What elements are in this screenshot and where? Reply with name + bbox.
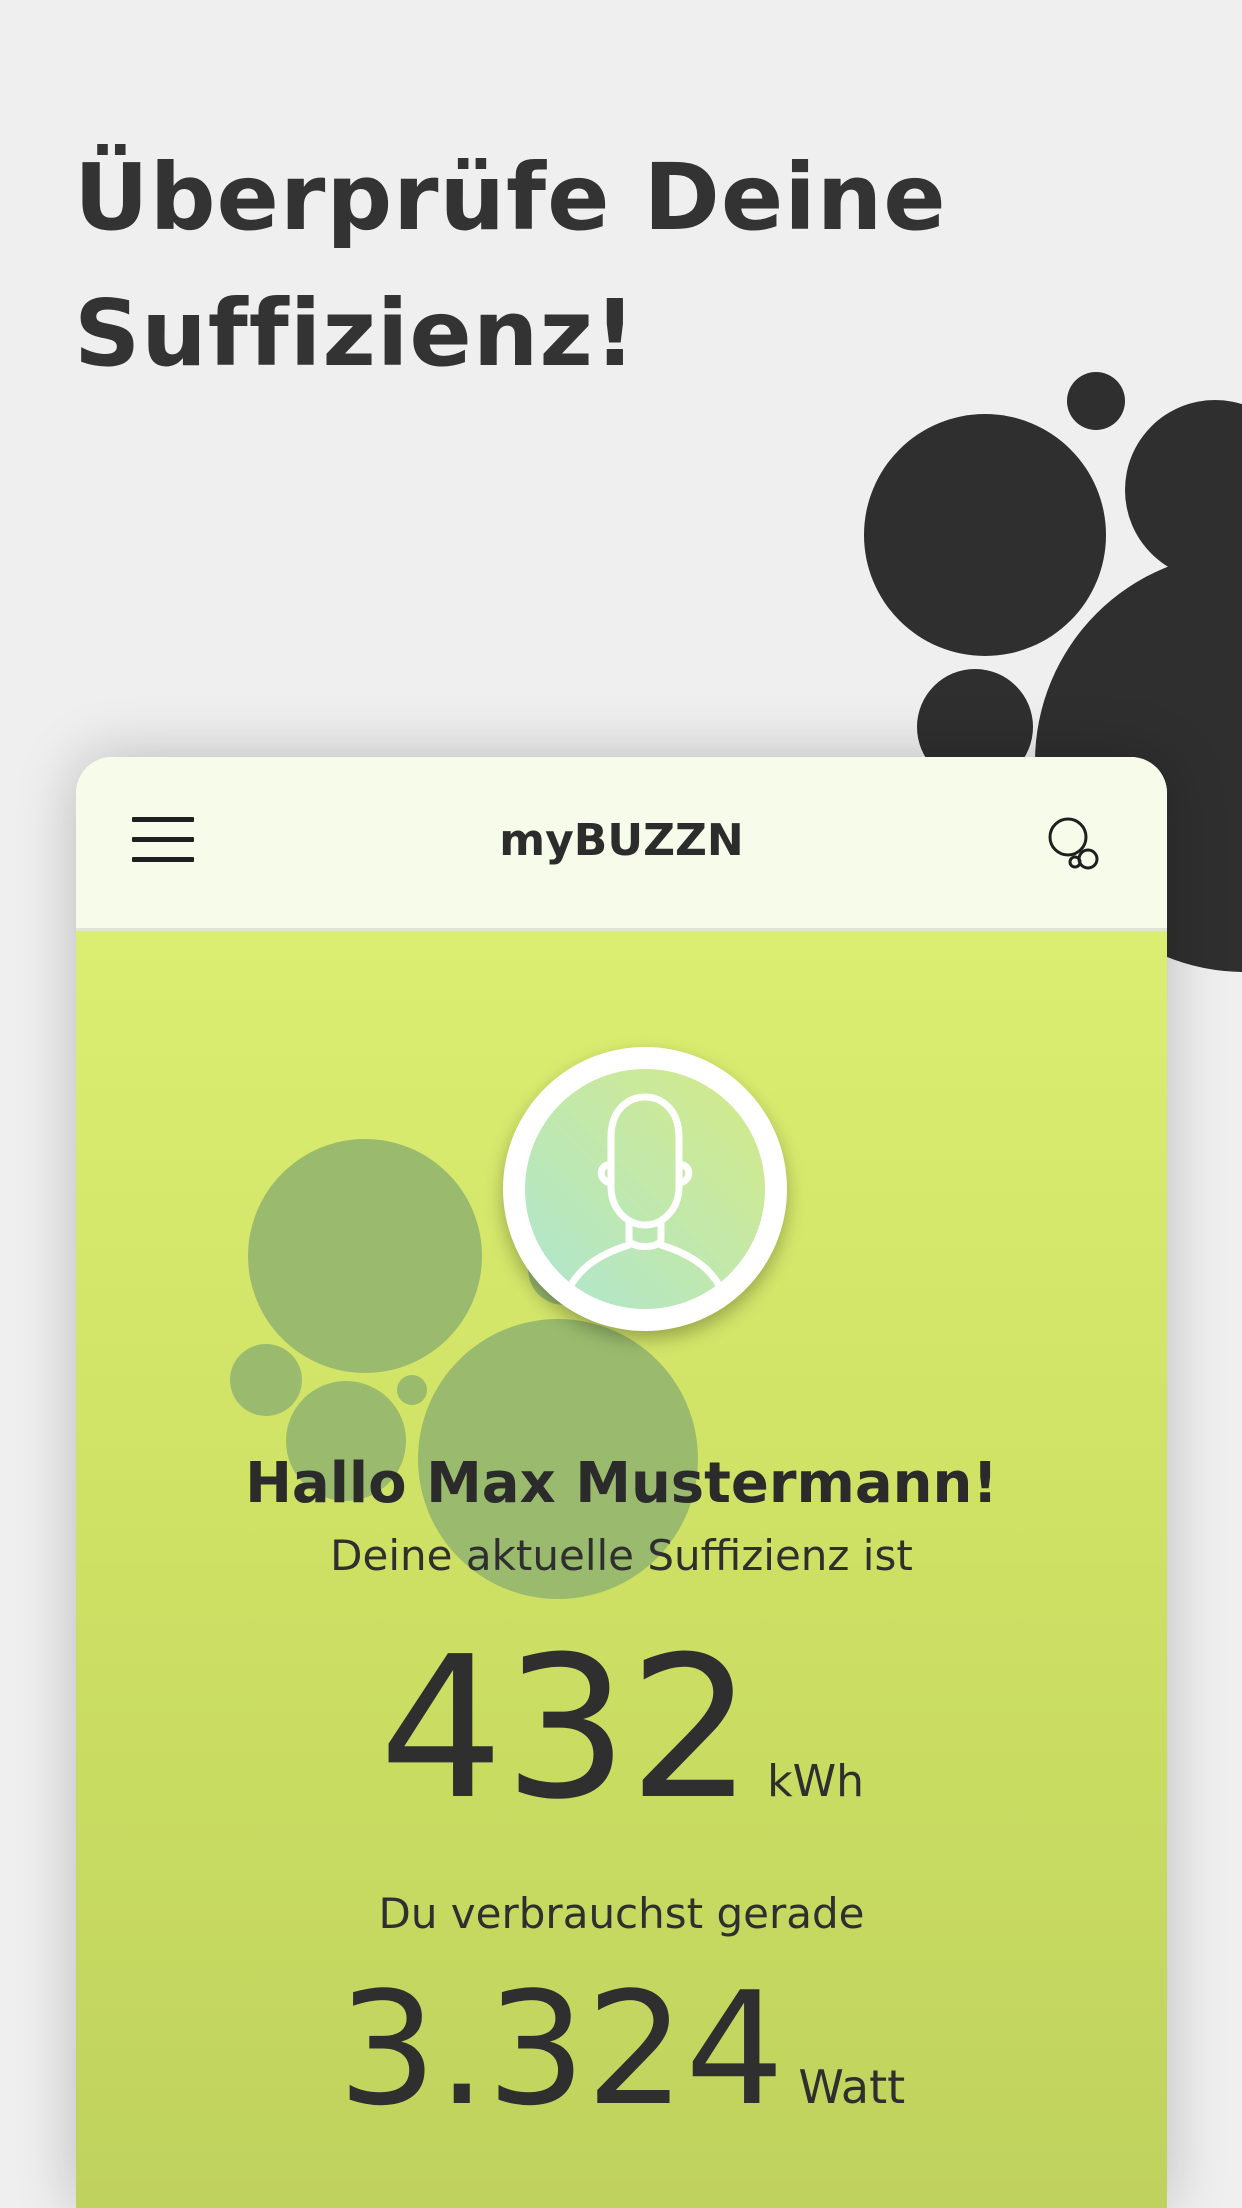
sufficiency-unit: kWh bbox=[767, 1756, 864, 1807]
app-title: myBUZZN bbox=[499, 815, 744, 866]
headline-line-2: Suffizienz! bbox=[74, 280, 637, 387]
app-bar: myBUZZN bbox=[76, 757, 1167, 931]
greeting-text: Hallo Max Mustermann! bbox=[245, 1451, 998, 1516]
headline-line-1: Überprüfe Deine bbox=[74, 144, 947, 251]
dashboard-content: Hallo Max Mustermann! Deine aktuelle Suf… bbox=[76, 931, 1167, 2208]
sufficiency-readout: 432 kWh bbox=[76, 1631, 1167, 1827]
page-headline: Überprüfe Deine Suffizienz! bbox=[74, 130, 974, 402]
sufficiency-label: Deine aktuelle Suffizienz ist bbox=[330, 1531, 913, 1580]
consumption-label: Du verbrauchst gerade bbox=[378, 1889, 865, 1938]
user-avatar-icon[interactable] bbox=[503, 1047, 787, 1331]
phone-mockup: myBUZZN Hallo Max Mustermann! Deine aktu… bbox=[76, 757, 1167, 2208]
consumption-unit: Watt bbox=[798, 2060, 906, 2114]
bubbles-icon[interactable] bbox=[1046, 815, 1106, 875]
sufficiency-value: 432 bbox=[379, 1615, 754, 1843]
consumption-readout: 3.324 Watt bbox=[76, 1971, 1167, 2127]
consumption-value: 3.324 bbox=[337, 1958, 785, 2140]
